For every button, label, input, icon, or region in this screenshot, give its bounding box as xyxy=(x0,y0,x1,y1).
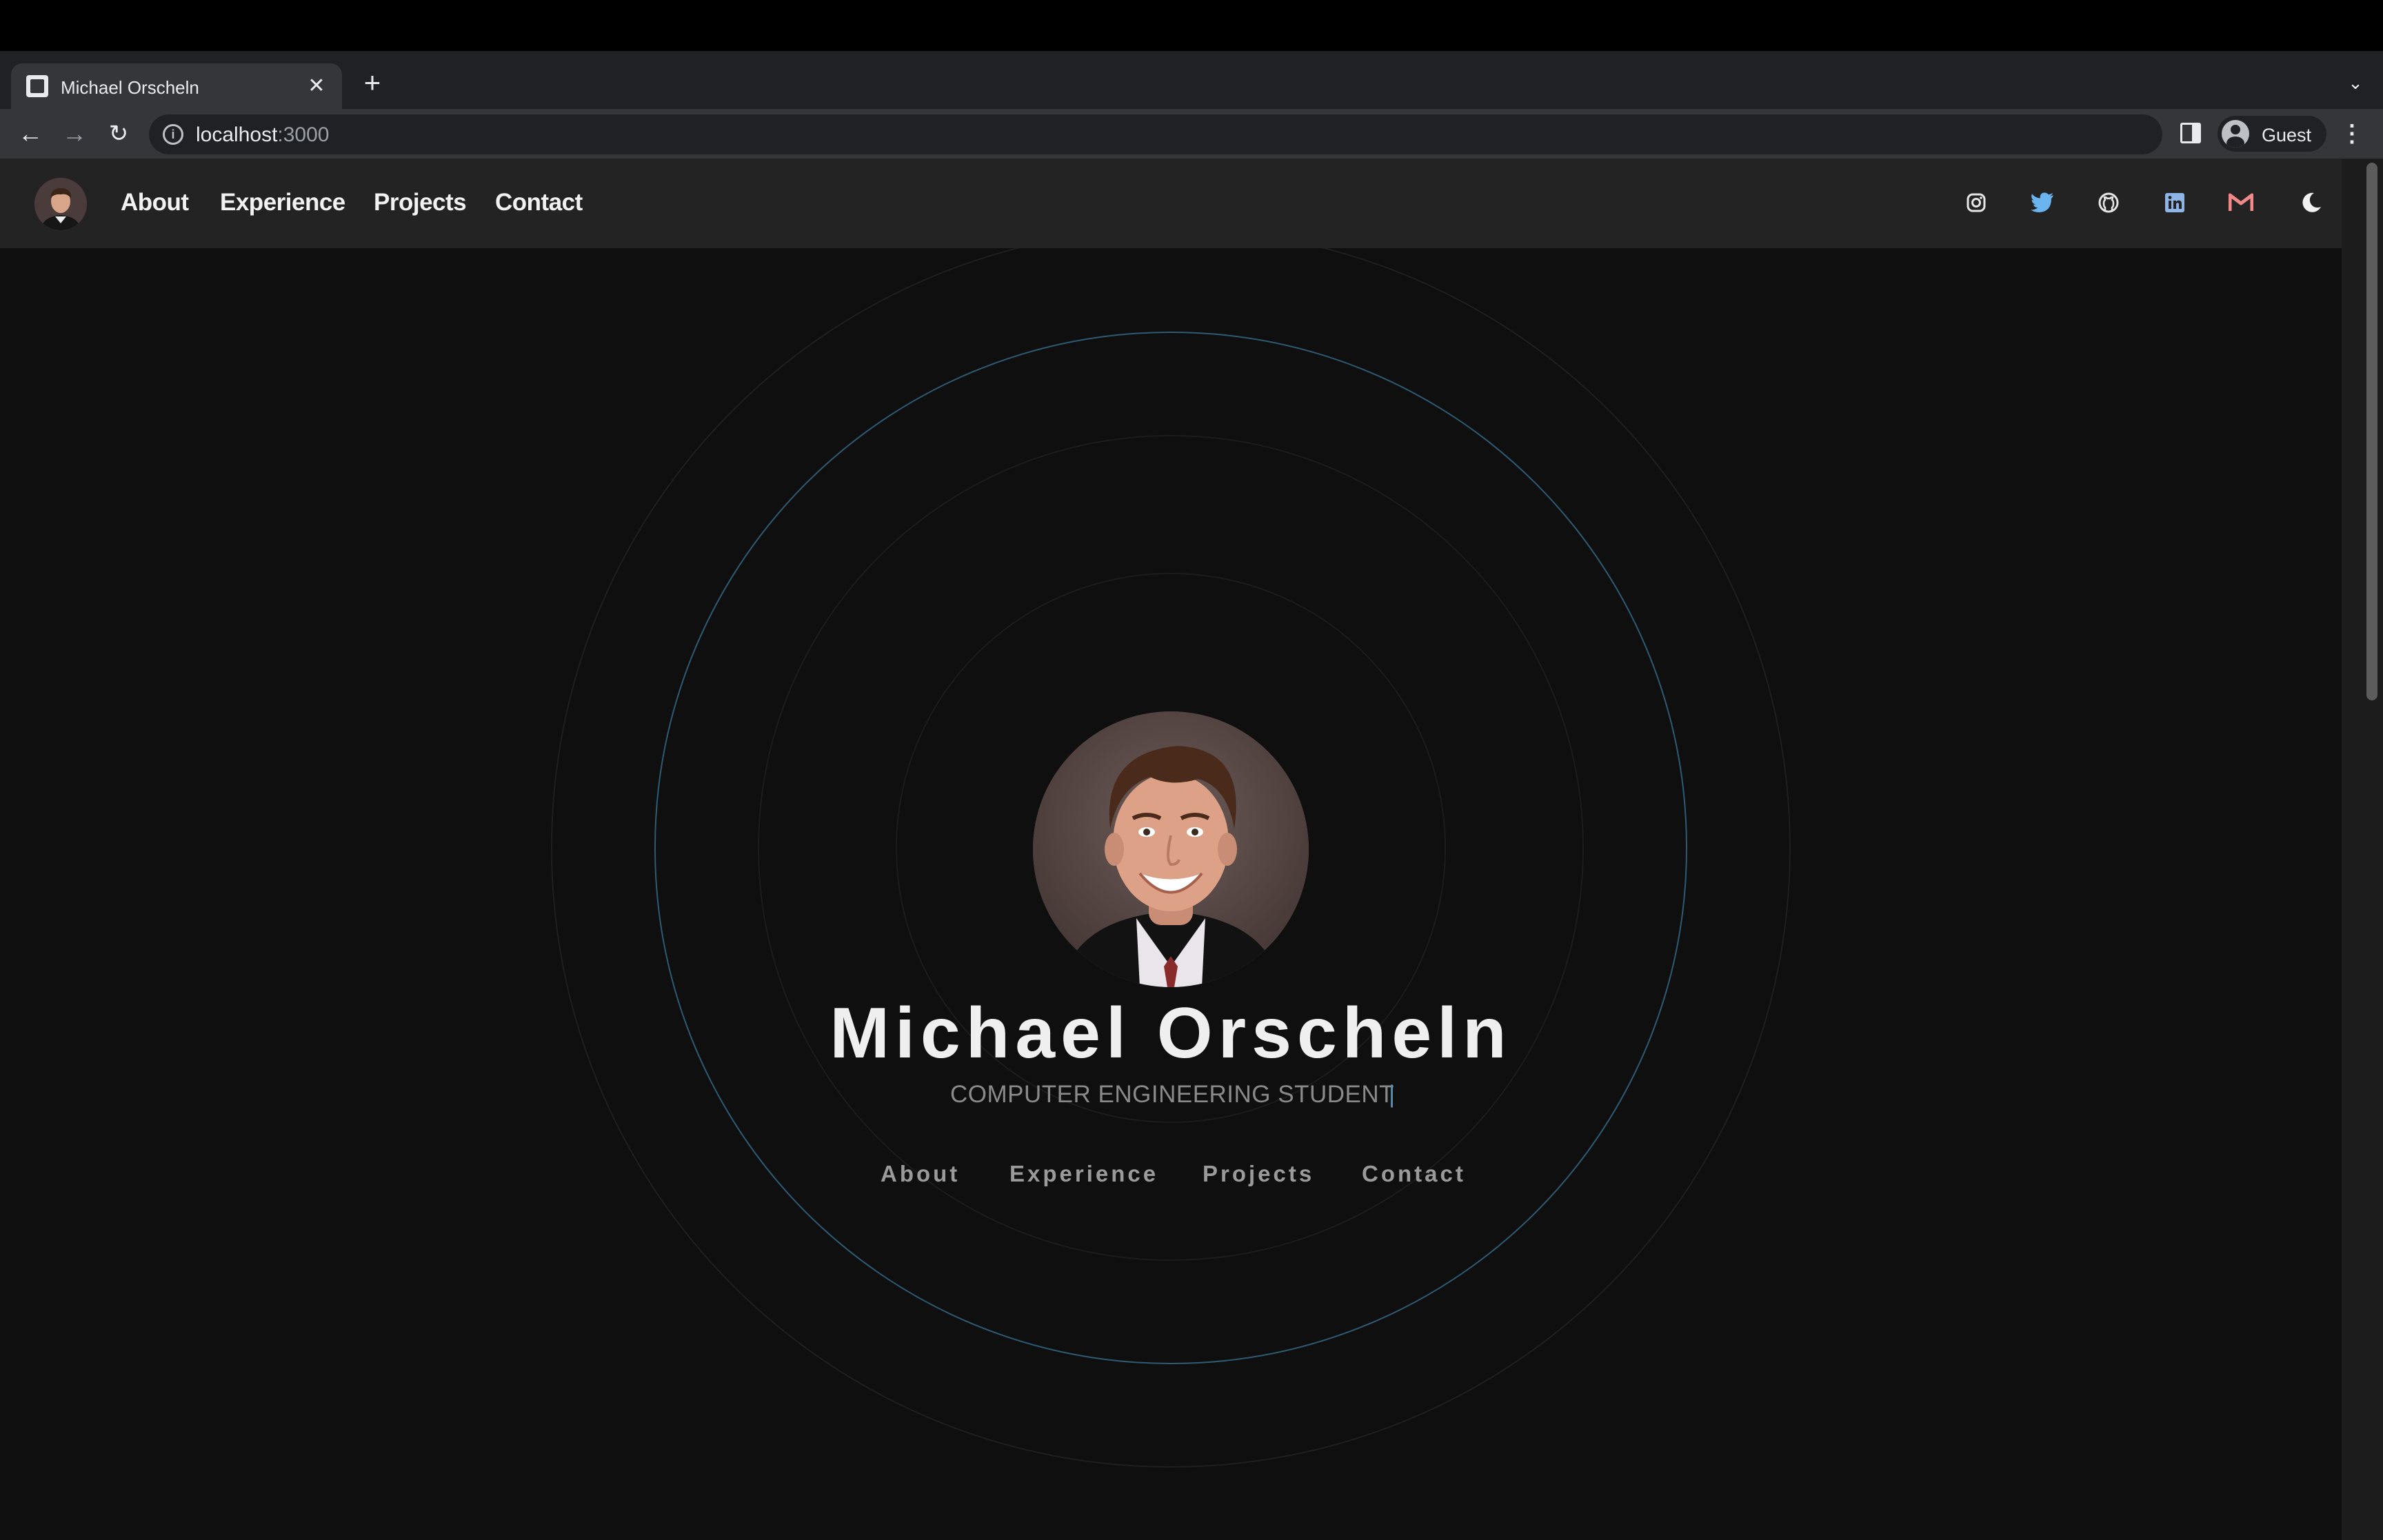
address-url: localhost:3000 xyxy=(196,123,329,147)
site-info-icon[interactable]: i xyxy=(163,124,183,145)
hero-subtitle: COMPUTER ENGINEERING STUDENT xyxy=(950,1081,1395,1108)
instagram-icon[interactable] xyxy=(1961,188,1991,218)
url-host: localhost xyxy=(196,123,278,146)
page-viewport: About Experience Projects Contact Michae… xyxy=(0,159,2383,1540)
nav-about[interactable]: About xyxy=(121,189,189,216)
hero-link-about[interactable]: About xyxy=(881,1161,960,1187)
browser-menu-icon[interactable]: ⋮ xyxy=(2340,117,2364,150)
tab-favicon-icon xyxy=(26,75,48,97)
tab-strip: Michael Orscheln ✕ + ⌄ xyxy=(0,51,2383,109)
site-logo-avatar[interactable] xyxy=(34,178,87,230)
gmail-icon[interactable] xyxy=(2226,188,2256,218)
profile-avatar-icon xyxy=(2222,120,2249,148)
side-panel-icon[interactable] xyxy=(2180,123,2201,143)
tab-close-icon[interactable]: ✕ xyxy=(303,73,330,99)
moon-icon[interactable] xyxy=(2296,188,2326,218)
hero-link-experience[interactable]: Experience xyxy=(1009,1161,1158,1187)
screen-top-bezel xyxy=(0,0,2383,51)
browser-tab[interactable]: Michael Orscheln ✕ xyxy=(11,63,342,109)
url-port: :3000 xyxy=(277,123,330,146)
hero-link-projects[interactable]: Projects xyxy=(1203,1161,1314,1187)
linkedin-icon[interactable] xyxy=(2160,188,2190,218)
nav-experience[interactable]: Experience xyxy=(220,189,345,216)
tab-search-chevron-icon[interactable]: ⌄ xyxy=(2342,69,2369,97)
profile-button[interactable]: Guest xyxy=(2218,116,2326,152)
site-navbar: About Experience Projects Contact xyxy=(0,159,2342,248)
profile-name: Guest xyxy=(2262,125,2312,145)
typing-cursor: | xyxy=(1389,1081,1396,1108)
browser-toolbar: ← → ↻ i localhost:3000 Guest ⋮ xyxy=(0,109,2383,159)
hero-profile-photo xyxy=(1033,711,1309,987)
logo-portrait xyxy=(34,178,87,230)
twitter-icon[interactable] xyxy=(2027,188,2058,218)
hero-portrait xyxy=(1033,711,1309,987)
hero-link-contact[interactable]: Contact xyxy=(1362,1161,1466,1187)
nav-projects[interactable]: Projects xyxy=(374,189,467,216)
tab-title: Michael Orscheln xyxy=(61,77,199,98)
new-tab-button[interactable]: + xyxy=(357,68,388,99)
nav-contact[interactable]: Contact xyxy=(495,189,583,216)
address-bar[interactable]: i localhost:3000 xyxy=(149,114,2162,154)
scrollbar-thumb[interactable] xyxy=(2366,163,2377,700)
github-icon[interactable] xyxy=(2093,188,2124,218)
hero-name: Michael Orscheln xyxy=(829,993,1512,1073)
reload-button[interactable]: ↻ xyxy=(102,117,135,150)
forward-button[interactable]: → xyxy=(58,117,91,150)
back-button[interactable]: ← xyxy=(14,117,47,150)
